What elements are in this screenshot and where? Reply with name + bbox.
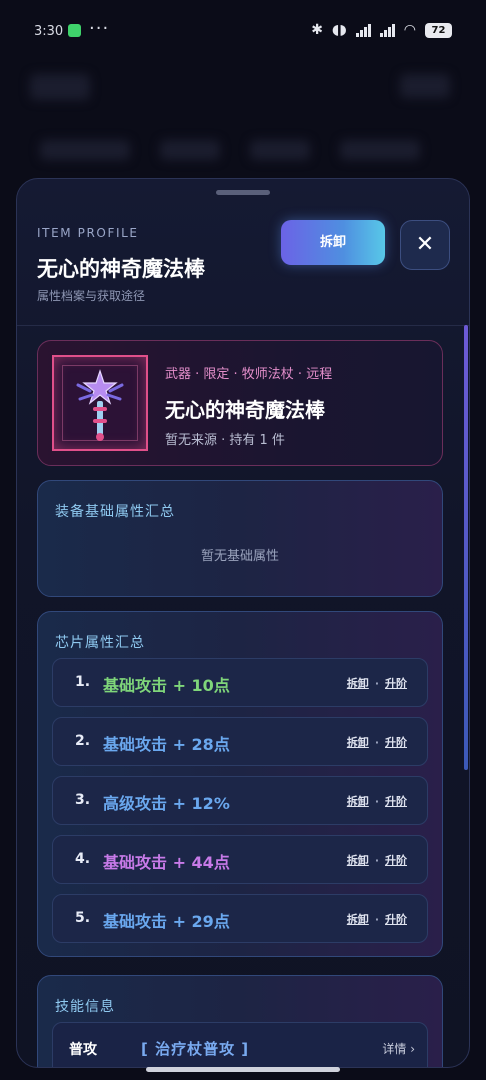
chip-actions: 拆卸 · 升阶 (347, 734, 407, 750)
skill-info-title: 技能信息 (55, 999, 115, 1015)
chip-index: 3. (75, 792, 91, 808)
chip-index: 2. (75, 733, 91, 749)
chip-index: 1. (75, 674, 91, 690)
status-bar: 3:30 ··· ✱ ◖◗ ◠ 72 (0, 0, 486, 62)
chip-attribute: 基础攻击 + 29点 (103, 912, 230, 931)
chip-upgrade-link[interactable]: 升阶 (385, 795, 407, 808)
chip-unequip-link[interactable]: 拆卸 (347, 913, 369, 926)
bluetooth-icon: ✱ (311, 22, 324, 38)
chip-actions: 拆卸 · 升阶 (347, 911, 407, 927)
chip-unequip-link[interactable]: 拆卸 (347, 795, 369, 808)
chip-unequip-link[interactable]: 拆卸 (347, 736, 369, 749)
skill-name: [ 治疗杖普攻 ] (141, 1040, 250, 1058)
unequip-button[interactable]: 拆卸 (281, 220, 385, 265)
chip-stats-panel: 芯片属性汇总 1. 基础攻击 + 10点 拆卸 · 升阶 2. 基础攻击 + 28点… (37, 611, 443, 957)
sheet-drag-handle[interactable] (216, 190, 270, 195)
chip-actions: 拆卸 · 升阶 (347, 852, 407, 868)
item-tags: 武器 · 限定 · 牧师法杖 · 远程 (165, 367, 333, 382)
chip-index: 5. (75, 910, 91, 926)
app-notification-icon (68, 24, 81, 37)
chip-row: 4. 基础攻击 + 44点 拆卸 · 升阶 (52, 835, 428, 884)
status-icons: ✱ ◖◗ ◠ 72 (311, 22, 452, 38)
signal-1-icon (355, 23, 371, 37)
chip-row: 1. 基础攻击 + 10点 拆卸 · 升阶 (52, 658, 428, 707)
chip-action-separator: · (374, 677, 379, 690)
close-button[interactable]: ✕ (400, 220, 450, 270)
chip-upgrade-link[interactable]: 升阶 (385, 913, 407, 926)
chip-upgrade-link[interactable]: 升阶 (385, 736, 407, 749)
chip-index: 4. (75, 851, 91, 867)
chip-action-separator: · (374, 913, 379, 926)
item-name: 无心的神奇魔法棒 (165, 398, 325, 422)
chip-actions: 拆卸 · 升阶 (347, 675, 407, 691)
page-subtitle: 属性档案与获取途径 (37, 289, 146, 303)
base-stats-title: 装备基础属性汇总 (55, 504, 175, 520)
item-source: 暂无来源 · 持有 1 件 (165, 433, 285, 448)
skill-row[interactable]: 普攻 [ 治疗杖普攻 ] 详情 › (52, 1022, 428, 1067)
earbuds-icon: ◖◗ (332, 22, 347, 38)
chip-upgrade-link[interactable]: 升阶 (385, 677, 407, 690)
scrollbar[interactable] (464, 325, 469, 1065)
chip-row: 5. 基础攻击 + 29点 拆卸 · 升阶 (52, 894, 428, 943)
home-indicator[interactable] (146, 1067, 340, 1072)
skill-info-panel: 技能信息 普攻 [ 治疗杖普攻 ] 详情 › (37, 975, 443, 1067)
chip-unequip-link[interactable]: 拆卸 (347, 677, 369, 690)
chip-attribute: 高级攻击 + 12% (103, 794, 230, 813)
magic-wand-icon (76, 369, 124, 441)
page-title: 无心的神奇魔法棒 (37, 257, 205, 281)
chip-row: 3. 高级攻击 + 12% 拆卸 · 升阶 (52, 776, 428, 825)
wifi-icon: ◠ (403, 22, 416, 38)
chip-row: 2. 基础攻击 + 28点 拆卸 · 升阶 (52, 717, 428, 766)
chip-attribute: 基础攻击 + 44点 (103, 853, 230, 872)
sheet-kicker: ITEM PROFILE (37, 226, 139, 240)
skill-detail-link[interactable]: 详情 › (382, 1040, 415, 1057)
background-app-blurred (0, 62, 486, 192)
base-stats-panel: 装备基础属性汇总 暂无基础属性 (37, 480, 443, 597)
chip-attribute: 基础攻击 + 10点 (103, 676, 230, 695)
item-profile-sheet: ITEM PROFILE 无心的神奇魔法棒 属性档案与获取途径 拆卸 ✕ 武器 … (16, 178, 470, 1068)
skill-type: 普攻 (69, 1042, 97, 1058)
chip-action-separator: · (374, 795, 379, 808)
status-time: 3:30 (34, 24, 64, 39)
battery-icon: 72 (425, 22, 452, 38)
more-notifications-icon: ··· (89, 18, 110, 39)
scrollbar-thumb[interactable] (464, 325, 468, 770)
chip-actions: 拆卸 · 升阶 (347, 793, 407, 809)
close-icon: ✕ (415, 232, 435, 257)
chip-action-separator: · (374, 854, 379, 867)
item-image (52, 355, 148, 451)
chip-unequip-link[interactable]: 拆卸 (347, 854, 369, 867)
signal-2-icon (379, 23, 395, 37)
chip-action-separator: · (374, 736, 379, 749)
base-stats-empty: 暂无基础属性 (200, 549, 279, 564)
chip-stats-title: 芯片属性汇总 (55, 635, 145, 651)
item-summary-card: 武器 · 限定 · 牧师法杖 · 远程 无心的神奇魔法棒 暂无来源 · 持有 1… (37, 340, 443, 466)
header-divider (17, 325, 469, 326)
chip-attribute: 基础攻击 + 28点 (103, 735, 230, 754)
chip-upgrade-link[interactable]: 升阶 (385, 854, 407, 867)
